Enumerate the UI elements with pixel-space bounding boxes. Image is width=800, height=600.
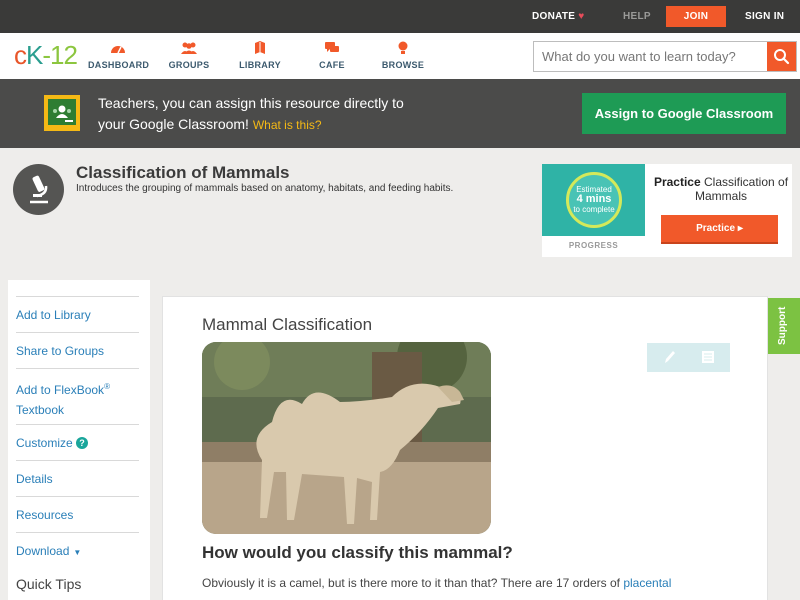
search-box <box>533 41 797 72</box>
sidebar-share-to-groups[interactable]: Share to Groups <box>16 332 139 368</box>
notes-icon[interactable] <box>701 350 715 364</box>
library-icon <box>255 41 265 54</box>
ck12-logo[interactable]: cK-12 <box>14 40 78 71</box>
practice-button[interactable]: Practice ▸ <box>661 215 778 244</box>
join-button[interactable]: JOIN <box>666 6 726 27</box>
quick-tips-heading: Quick Tips <box>16 576 82 592</box>
content-title: Mammal Classification <box>202 315 373 334</box>
browse-icon <box>398 41 408 54</box>
caret-down-icon: ▼ <box>73 548 82 557</box>
cafe-icon <box>325 42 339 52</box>
search-button[interactable] <box>767 42 796 71</box>
chevron-right-icon: ▸ <box>737 223 743 234</box>
nav-browse[interactable]: BROWSE <box>380 41 426 70</box>
main-nav: cK-12 DASHBOARD GROUPS LIBRARY CAFE BROW… <box>0 33 800 79</box>
sign-in-link[interactable]: SIGN IN <box>745 0 784 33</box>
sidebar-add-to-library[interactable]: Add to Library <box>16 296 139 332</box>
sidebar-resources[interactable]: Resources <box>16 496 139 532</box>
teacher-banner: Teachers, you can assign this resource d… <box>0 79 800 148</box>
annotation-tools <box>647 343 730 372</box>
what-is-this-link[interactable]: What is this? <box>253 118 322 132</box>
help-link[interactable]: HELP <box>623 0 651 33</box>
microscope-icon <box>13 164 64 215</box>
groups-icon <box>181 42 197 54</box>
progress-tile: Estimated 4 mins to complete <box>542 164 645 236</box>
sidebar-customize[interactable]: Customize ? <box>16 424 139 460</box>
content-question: How would you classify this mammal? <box>202 543 513 562</box>
sidebar-add-to-flexbook[interactable]: Add to FlexBook® Textbook <box>16 368 139 424</box>
practice-title: Practice Classification of Mammals <box>653 175 789 203</box>
sidebar-download[interactable]: Download ▼ <box>16 532 139 568</box>
camel-image <box>202 342 491 534</box>
page-description: Introduces the grouping of mammals based… <box>76 183 454 194</box>
progress-label: PROGRESS <box>568 241 619 250</box>
practice-card: Estimated 4 mins to complete PROGRESS Pr… <box>542 164 792 257</box>
search-icon <box>774 49 790 65</box>
nav-dashboard[interactable]: DASHBOARD <box>88 41 149 70</box>
support-tab[interactable]: Support <box>768 298 800 354</box>
nav-library[interactable]: LIBRARY <box>238 41 282 70</box>
dashboard-icon <box>111 46 125 54</box>
assign-google-classroom-button[interactable]: Assign to Google Classroom <box>582 93 786 134</box>
top-bar: DONATE ♥ HELP JOIN SIGN IN <box>0 0 800 33</box>
google-classroom-icon <box>44 95 80 131</box>
search-input[interactable] <box>542 42 767 71</box>
sidebar-details[interactable]: Details <box>16 460 139 496</box>
pencil-icon[interactable] <box>662 349 676 365</box>
donate-link[interactable]: DONATE ♥ <box>532 0 585 33</box>
content-paragraph: Obviously it is a camel, but is there mo… <box>202 576 672 590</box>
banner-message: Teachers, you can assign this resource d… <box>98 95 404 132</box>
nav-groups[interactable]: GROUPS <box>164 41 214 70</box>
heart-icon: ♥ <box>578 11 585 22</box>
estimate-ring: Estimated 4 mins to complete <box>566 172 622 228</box>
page-title: Classification of Mammals <box>76 163 290 182</box>
placental-link[interactable]: placental <box>623 576 671 590</box>
help-icon[interactable]: ? <box>76 437 89 449</box>
left-sidebar: Add to Library Share to Groups Add to Fl… <box>8 280 150 600</box>
nav-cafe[interactable]: CAFE <box>316 41 348 70</box>
